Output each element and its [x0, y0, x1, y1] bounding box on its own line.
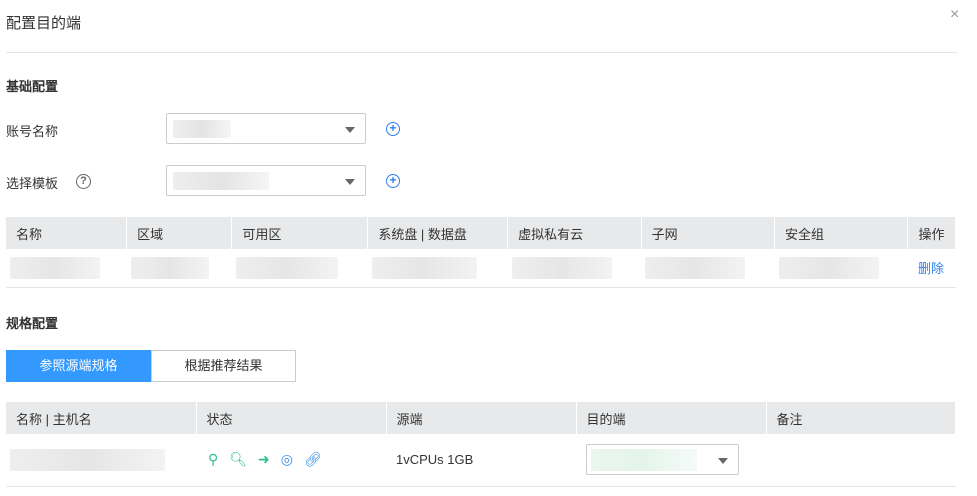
col-header: 子网 [641, 217, 776, 249]
monitor-icon[interactable]: ◎ [281, 451, 293, 468]
col-header: 目的端 [576, 402, 767, 434]
table-row: ⚲ 🔍︎ ➜ ◎ 🔗︎ 1vCPUs 1GB [6, 434, 956, 487]
spec-table: 名称 | 主机名 状态 源端 目的端 备注 ⚲ 🔍︎ ➜ ◎ 🔗︎ 1vCPUs 1GB [6, 402, 956, 487]
col-header: 安全组 [774, 217, 909, 249]
col-header: 操作 [907, 217, 956, 249]
add-account-icon[interactable]: + [386, 122, 400, 136]
table-row: 删除 [6, 249, 956, 288]
col-header: 可用区 [231, 217, 369, 249]
key-icon[interactable]: ⚲ [208, 451, 218, 468]
close-icon[interactable]: × [950, 6, 959, 24]
add-template-icon[interactable]: + [386, 174, 400, 188]
spec-tabs: 参照源端规格 根据推荐结果 [6, 350, 296, 382]
chevron-down-icon [345, 179, 355, 185]
col-header: 源端 [386, 402, 577, 434]
template-label: 选择模板 [6, 176, 59, 191]
col-header: 虚拟私有云 [507, 217, 642, 249]
help-icon[interactable]: ? [76, 174, 91, 189]
chevron-down-icon [718, 458, 728, 465]
section-spec-title: 规格配置 [6, 316, 59, 331]
col-header: 区域 [126, 217, 233, 249]
delete-link[interactable]: 删除 [918, 261, 944, 276]
arrow-right-icon[interactable]: ➜ [258, 451, 270, 468]
col-header: 备注 [766, 402, 956, 434]
target-table: 名称 区域 可用区 系统盘 | 数据盘 虚拟私有云 子网 安全组 操作 删除 [6, 217, 956, 288]
target-spec-select[interactable] [586, 444, 739, 476]
col-header: 名称 [6, 217, 128, 249]
template-select[interactable] [166, 165, 366, 196]
source-spec: 1vCPUs 1GB [386, 434, 576, 487]
link-icon[interactable]: 🔗︎ [304, 451, 322, 468]
section-basic-title: 基础配置 [6, 79, 59, 94]
col-header: 名称 | 主机名 [6, 402, 197, 434]
chevron-down-icon [345, 127, 355, 133]
tab-recommend[interactable]: 根据推荐结果 [151, 350, 296, 382]
divider [6, 52, 957, 53]
account-label: 账号名称 [6, 124, 59, 139]
col-header: 状态 [196, 402, 387, 434]
account-select[interactable] [166, 113, 366, 144]
dialog-title: 配置目的端 [6, 15, 82, 32]
col-header: 系统盘 | 数据盘 [367, 217, 509, 249]
tab-source-spec[interactable]: 参照源端规格 [6, 350, 151, 382]
search-icon[interactable]: 🔍︎ [229, 451, 247, 468]
